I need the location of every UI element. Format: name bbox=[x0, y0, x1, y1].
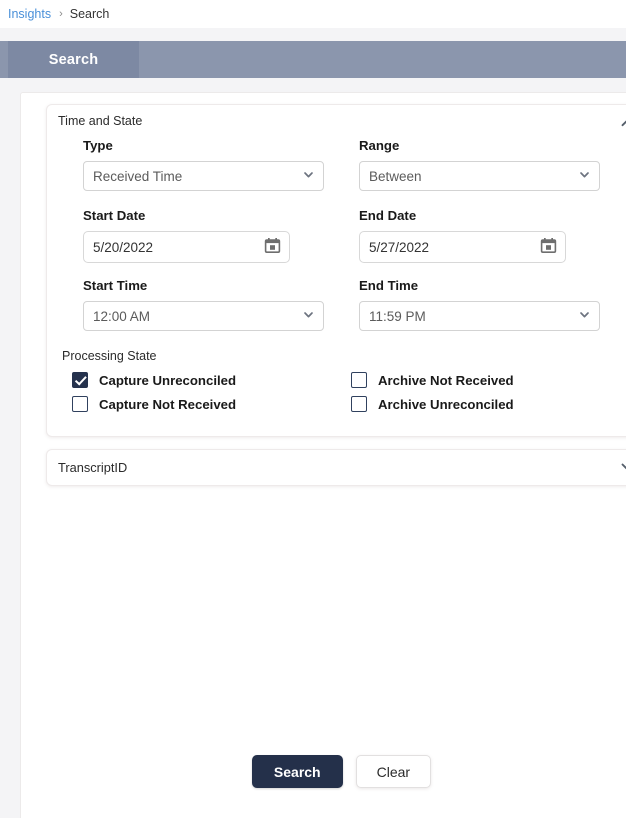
breadcrumb-link-insights[interactable]: Insights bbox=[8, 7, 51, 21]
checkbox-unchecked-icon[interactable] bbox=[351, 372, 367, 388]
checkbox-archive-not-received[interactable]: Archive Not Received bbox=[351, 372, 626, 388]
search-form-card: Time and State Type Received Time Range … bbox=[20, 92, 626, 818]
field-end-date: End Date 5/27/2022 bbox=[359, 208, 626, 278]
checkbox-capture-unreconciled[interactable]: Capture Unreconciled bbox=[72, 372, 351, 388]
panel-time-and-state: Time and State Type Received Time Range … bbox=[46, 104, 626, 437]
form-actions: Search Clear bbox=[21, 755, 626, 788]
checkbox-label: Capture Unreconciled bbox=[99, 372, 237, 388]
accordion-transcriptid-title: TranscriptID bbox=[58, 460, 128, 475]
calendar-icon[interactable] bbox=[264, 237, 281, 257]
label-start-date: Start Date bbox=[83, 208, 146, 223]
tabstrip: Search bbox=[0, 41, 626, 78]
checkbox-unchecked-icon[interactable] bbox=[72, 396, 88, 412]
breadcrumb: Insights › Search bbox=[0, 0, 626, 28]
checkbox-capture-not-received[interactable]: Capture Not Received bbox=[72, 396, 351, 412]
accordion-transcriptid[interactable]: TranscriptID bbox=[46, 449, 626, 486]
panel-title: Time and State bbox=[58, 114, 143, 128]
checkbox-label: Archive Not Received bbox=[378, 372, 514, 388]
chevron-down-icon bbox=[302, 308, 315, 324]
field-start-time: Start Time 12:00 AM bbox=[83, 278, 359, 331]
checkbox-label: Archive Unreconciled bbox=[378, 396, 514, 412]
left-rail bbox=[0, 78, 8, 818]
field-start-date: Start Date 5/20/2022 bbox=[83, 208, 359, 278]
checkbox-label: Capture Not Received bbox=[99, 396, 237, 412]
label-end-time: End Time bbox=[359, 278, 419, 293]
tabstrip-spacer bbox=[0, 28, 626, 41]
row-type-range: Type Received Time Range Between bbox=[58, 138, 626, 208]
page-body: Time and State Type Received Time Range … bbox=[0, 78, 626, 818]
row-dates: Start Date 5/20/2022 End Date 5/27/2022 bbox=[58, 208, 626, 278]
label-type: Type bbox=[83, 138, 113, 153]
tab-search[interactable]: Search bbox=[8, 41, 139, 78]
row-times: Start Time 12:00 AM End Time 11:59 PM bbox=[58, 278, 626, 348]
input-start-date-value: 5/20/2022 bbox=[93, 239, 154, 255]
checkbox-row-1: Capture Unreconciled Archive Not Receive… bbox=[58, 372, 626, 388]
select-type-value: Received Time bbox=[93, 168, 183, 184]
breadcrumb-current-search: Search bbox=[69, 7, 110, 21]
clear-button[interactable]: Clear bbox=[355, 755, 432, 788]
field-type: Type Received Time bbox=[83, 138, 359, 191]
chevron-down-icon bbox=[302, 168, 315, 184]
label-range: Range bbox=[359, 138, 400, 153]
chevron-down-icon bbox=[578, 308, 591, 324]
input-start-date[interactable]: 5/20/2022 bbox=[83, 231, 290, 263]
select-range-value: Between bbox=[369, 168, 422, 184]
breadcrumb-separator-icon: › bbox=[59, 8, 63, 20]
processing-state-title: Processing State bbox=[62, 349, 157, 363]
select-start-time-value: 12:00 AM bbox=[93, 308, 151, 324]
checkbox-checked-icon[interactable] bbox=[72, 372, 88, 388]
checkbox-row-2: Capture Not Received Archive Unreconcile… bbox=[58, 396, 626, 412]
label-start-time: Start Time bbox=[83, 278, 148, 293]
field-range: Range Between bbox=[359, 138, 626, 191]
chevron-up-icon[interactable] bbox=[619, 115, 626, 131]
select-end-time[interactable]: 11:59 PM bbox=[359, 301, 600, 331]
field-end-time: End Time 11:59 PM bbox=[359, 278, 626, 331]
input-end-date[interactable]: 5/27/2022 bbox=[359, 231, 566, 263]
input-end-date-value: 5/27/2022 bbox=[369, 239, 430, 255]
calendar-icon[interactable] bbox=[540, 237, 557, 257]
chevron-down-icon[interactable] bbox=[619, 458, 626, 477]
chevron-down-icon bbox=[578, 168, 591, 184]
checkbox-archive-unreconciled[interactable]: Archive Unreconciled bbox=[351, 396, 626, 412]
select-start-time[interactable]: 12:00 AM bbox=[83, 301, 324, 331]
checkbox-unchecked-icon[interactable] bbox=[351, 396, 367, 412]
label-end-date: End Date bbox=[359, 208, 417, 223]
select-range[interactable]: Between bbox=[359, 161, 600, 191]
select-type[interactable]: Received Time bbox=[83, 161, 324, 191]
select-end-time-value: 11:59 PM bbox=[369, 308, 426, 324]
search-button[interactable]: Search bbox=[251, 755, 343, 788]
